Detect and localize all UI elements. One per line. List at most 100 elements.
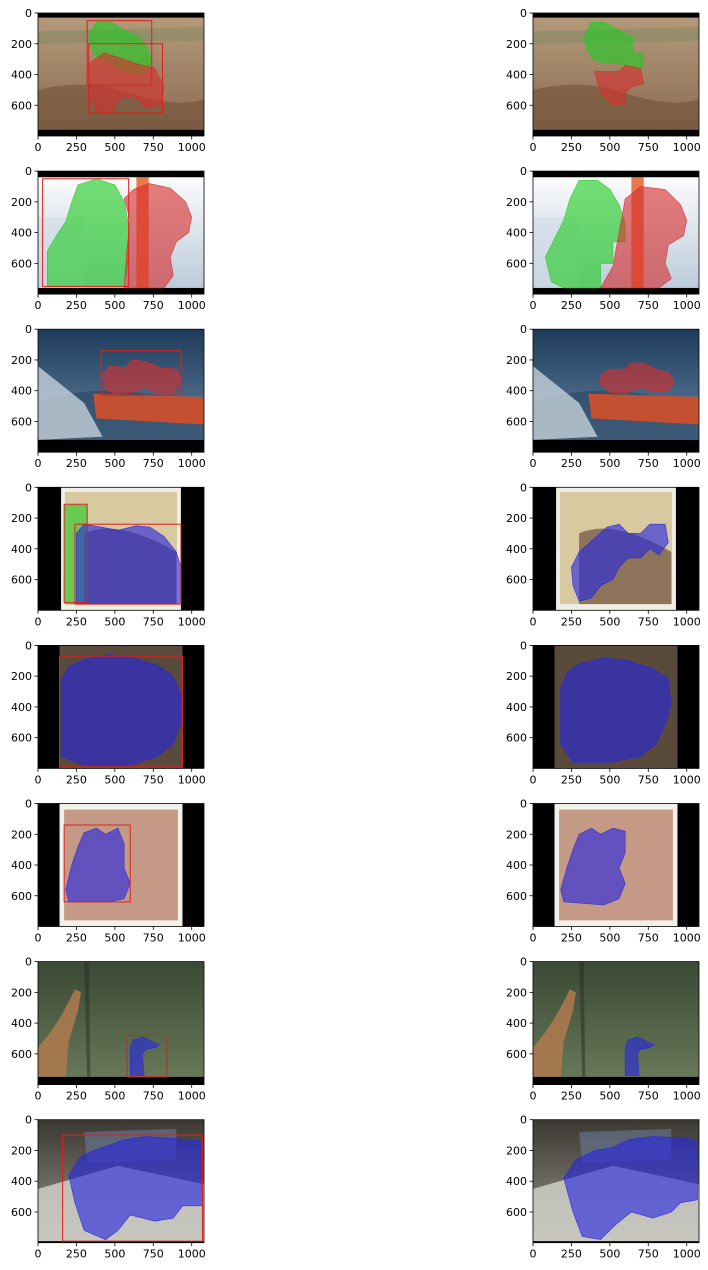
x-tick-label: 1000 [178,773,206,786]
letterbox-left [38,487,62,611]
x-tick-label: 750 [638,1248,659,1261]
y-tick-label: 600 [11,415,32,428]
y-tick-label: 600 [11,1048,32,1061]
letterbox-right [182,645,204,769]
y-tick-label: 200 [506,986,527,999]
image-6-right [533,803,699,927]
panel-row8-left: 0 250 500 750 1000 0 200 400 600 [11,1114,206,1261]
y-tick-label: 200 [506,828,527,841]
image-5-left [38,645,204,769]
image-1-left [38,13,204,136]
y-tick-label: 0 [25,323,32,336]
y-tick-label: 400 [11,1017,32,1030]
x-tick-label: 0 [530,141,537,154]
letterbox-bottom [533,1076,699,1085]
x-tick-label: 750 [143,773,164,786]
y-tick-label: 200 [506,196,527,209]
y-tick-label: 0 [520,639,527,652]
image-6-left [38,803,204,927]
y-tick-label: 400 [11,1175,32,1188]
x-tick-label: 750 [143,1248,164,1261]
x-tick-label: 0 [35,773,42,786]
y-tick-label: 0 [520,7,527,20]
figure-grid: 0 250 500 750 1000 0 200 400 600 0 250 500 750 1000 0 2… [0,0,708,1270]
x-tick-label: 500 [104,615,125,628]
x-tick-label: 1000 [673,457,701,470]
y-tick-label: 400 [11,69,32,82]
y-tick-label: 600 [506,257,527,270]
letterbox-left [533,645,555,769]
x-tick-label: 1000 [178,932,206,945]
x-tick-label: 1000 [673,773,701,786]
letterbox-left [38,645,60,769]
x-tick-label: 250 [561,932,582,945]
x-tick-label: 1000 [178,141,206,154]
y-tick-label: 400 [506,1017,527,1030]
x-tick-label: 1000 [673,1248,701,1261]
y-tick-label: 400 [11,227,32,240]
y-tick-label: 600 [11,99,32,112]
y-tick-label: 0 [25,165,32,178]
y-tick-label: 200 [506,354,527,367]
image-4-right [533,487,699,611]
letterbox-top [533,171,699,178]
y-tick-label: 400 [506,543,527,556]
y-tick-label: 200 [506,38,527,51]
x-tick-label: 750 [638,457,659,470]
x-tick-label: 500 [599,1090,620,1103]
y-tick-label: 0 [520,323,527,336]
letterbox-left [533,487,557,611]
y-tick-label: 200 [506,512,527,525]
y-tick-label: 600 [506,1048,527,1061]
y-tick-label: 400 [506,227,527,240]
letterbox-right [675,487,699,611]
x-tick-label: 1000 [673,299,701,312]
panel-row2-left: 0 250 500 750 1000 0 200 400 600 [11,165,206,312]
x-tick-label: 750 [143,457,164,470]
x-tick-label: 250 [66,1090,87,1103]
x-tick-label: 250 [66,1248,87,1261]
y-tick-label: 600 [11,890,32,903]
panel-row7-right: 0 250 500 750 1000 0 200 400 600 [506,956,701,1103]
y-tick-label: 0 [520,956,527,969]
panel-row4-left: 0 250 500 750 1000 0 200 400 600 [11,481,206,628]
y-tick-label: 400 [506,1175,527,1188]
x-tick-label: 500 [599,457,620,470]
x-tick-label: 0 [35,457,42,470]
letterbox-left [38,803,60,927]
x-tick-label: 250 [561,457,582,470]
x-tick-label: 1000 [178,457,206,470]
x-tick-label: 250 [561,299,582,312]
image-5-right [533,645,699,769]
letterbox-left [533,803,555,927]
x-tick-label: 500 [104,1090,125,1103]
x-tick-label: 250 [66,773,87,786]
y-tick-label: 200 [11,1144,32,1157]
panel-row1-right: 0 250 500 750 1000 0 200 400 600 [506,7,701,154]
image-7-left [38,961,204,1085]
y-tick-label: 0 [520,165,527,178]
x-tick-label: 500 [104,932,125,945]
y-tick-label: 200 [11,828,32,841]
x-tick-label: 500 [599,141,620,154]
image-1-right [533,13,699,136]
letterbox-bottom [533,129,699,136]
y-tick-label: 600 [506,415,527,428]
x-tick-label: 750 [638,299,659,312]
x-tick-label: 0 [530,1090,537,1103]
x-tick-label: 500 [599,299,620,312]
letterbox-right [677,645,699,769]
letterbox-right [182,803,204,927]
y-tick-label: 0 [520,481,527,494]
letterbox-bottom [38,287,204,295]
letterbox-top [38,13,204,18]
y-tick-label: 400 [11,859,32,872]
x-tick-label: 1000 [178,1248,206,1261]
x-tick-label: 1000 [673,932,701,945]
image-2-left [38,171,204,295]
x-tick-label: 250 [561,615,582,628]
y-tick-label: 600 [506,890,527,903]
x-tick-label: 0 [35,615,42,628]
x-tick-label: 1000 [178,1090,206,1103]
letterbox-top [533,13,699,18]
